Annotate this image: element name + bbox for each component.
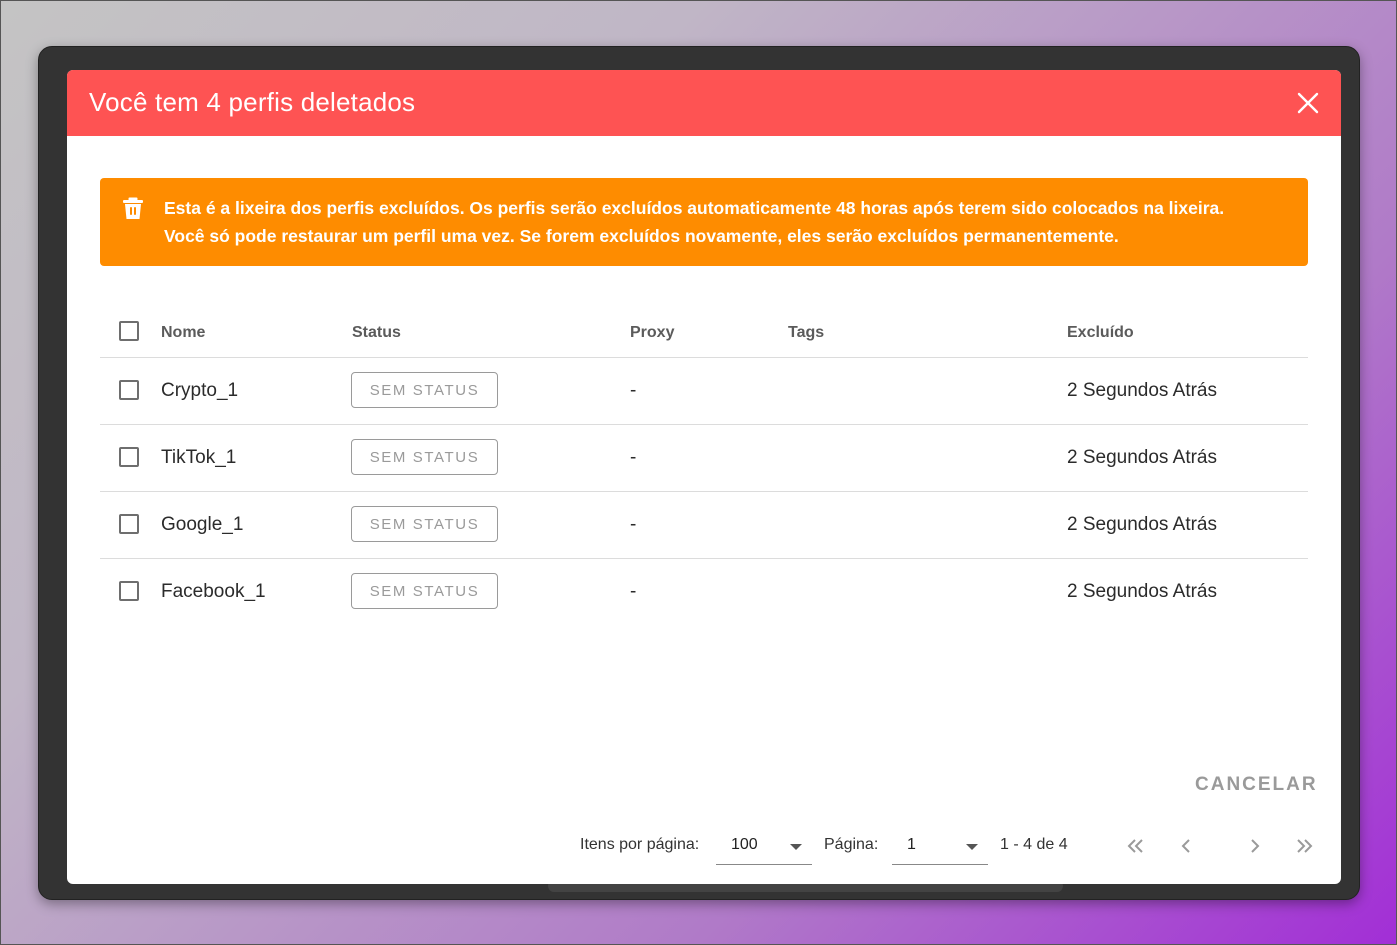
status-badge: SEM STATUS xyxy=(351,372,498,408)
column-header-name[interactable]: Nome xyxy=(161,324,205,342)
page-value: 1 xyxy=(907,836,916,853)
trash-info-alert: Esta é a lixeira dos perfis excluídos. O… xyxy=(100,178,1308,266)
profile-name: TikTok_1 xyxy=(161,447,237,468)
table-row[interactable]: TikTok_1 SEM STATUS - 2 Segundos Atrás xyxy=(100,425,1308,492)
deleted-time: 2 Segundos Atrás xyxy=(1067,581,1217,602)
deleted-profiles-table: Nome Status Proxy Tags Excluído Crypto_1… xyxy=(100,308,1308,625)
profile-name: Crypto_1 xyxy=(161,380,239,401)
page-select[interactable]: 1 xyxy=(892,828,988,865)
dialog-header: Você tem 4 perfis deletados xyxy=(67,70,1341,136)
row-checkbox[interactable] xyxy=(119,514,139,534)
pagination-bar: Itens por página: 100 Página: 1 1 - 4 de… xyxy=(67,810,1341,884)
status-badge: SEM STATUS xyxy=(351,573,498,609)
table-header-row: Nome Status Proxy Tags Excluído xyxy=(100,308,1308,358)
page-range: 1 - 4 de 4 xyxy=(1000,836,1068,853)
table-row[interactable]: Crypto_1 SEM STATUS - 2 Segundos Atrás xyxy=(100,358,1308,425)
dialog-title: Você tem 4 perfis deletados xyxy=(89,87,416,117)
previous-page-button[interactable] xyxy=(1174,834,1198,858)
close-button[interactable] xyxy=(1295,90,1321,116)
column-header-tags[interactable]: Tags xyxy=(788,324,824,342)
column-header-status[interactable]: Status xyxy=(352,324,401,342)
status-badge: SEM STATUS xyxy=(351,506,498,542)
proxy-value: - xyxy=(630,581,637,602)
table-row[interactable]: Google_1 SEM STATUS - 2 Segundos Atrás xyxy=(100,492,1308,559)
deleted-time: 2 Segundos Atrás xyxy=(1067,447,1217,468)
cancel-button[interactable]: CANCELAR xyxy=(1195,774,1318,796)
proxy-value: - xyxy=(630,447,637,468)
column-header-proxy[interactable]: Proxy xyxy=(630,324,674,342)
chevron-left-icon xyxy=(1181,839,1190,853)
deleted-time: 2 Segundos Atrás xyxy=(1067,380,1217,401)
deleted-time: 2 Segundos Atrás xyxy=(1067,514,1217,535)
profile-name: Google_1 xyxy=(161,514,244,535)
dropdown-caret-icon xyxy=(790,844,802,850)
items-per-page-select[interactable]: 100 xyxy=(716,828,812,865)
status-badge: SEM STATUS xyxy=(351,439,498,475)
double-chevron-right-icon xyxy=(1297,839,1313,853)
first-page-button[interactable] xyxy=(1123,834,1147,858)
row-checkbox[interactable] xyxy=(119,380,139,400)
items-per-page-value: 100 xyxy=(731,836,758,853)
deleted-profiles-dialog: Você tem 4 perfis deletados Esta é a lix… xyxy=(67,70,1341,884)
chevron-right-icon xyxy=(1251,839,1260,853)
alert-text-line-1: Esta é a lixeira dos perfis excluídos. O… xyxy=(164,198,1225,218)
dropdown-caret-icon xyxy=(966,844,978,850)
last-page-button[interactable] xyxy=(1293,834,1317,858)
close-icon xyxy=(1297,92,1319,114)
items-per-page-label: Itens por página: xyxy=(580,836,700,853)
trash-icon xyxy=(123,197,143,219)
profile-name: Facebook_1 xyxy=(161,581,266,602)
double-chevron-left-icon xyxy=(1127,839,1143,853)
page-label: Página: xyxy=(824,836,879,853)
row-checkbox[interactable] xyxy=(119,581,139,601)
proxy-value: - xyxy=(630,514,637,535)
proxy-value: - xyxy=(630,380,637,401)
row-checkbox[interactable] xyxy=(119,447,139,467)
select-all-checkbox[interactable] xyxy=(119,321,139,341)
next-page-button[interactable] xyxy=(1243,834,1267,858)
alert-text-line-2: Você só pode restaurar um perfil uma vez… xyxy=(164,226,1119,246)
table-row[interactable]: Facebook_1 SEM STATUS - 2 Segundos Atrás xyxy=(100,559,1308,625)
column-header-deleted[interactable]: Excluído xyxy=(1067,324,1134,342)
